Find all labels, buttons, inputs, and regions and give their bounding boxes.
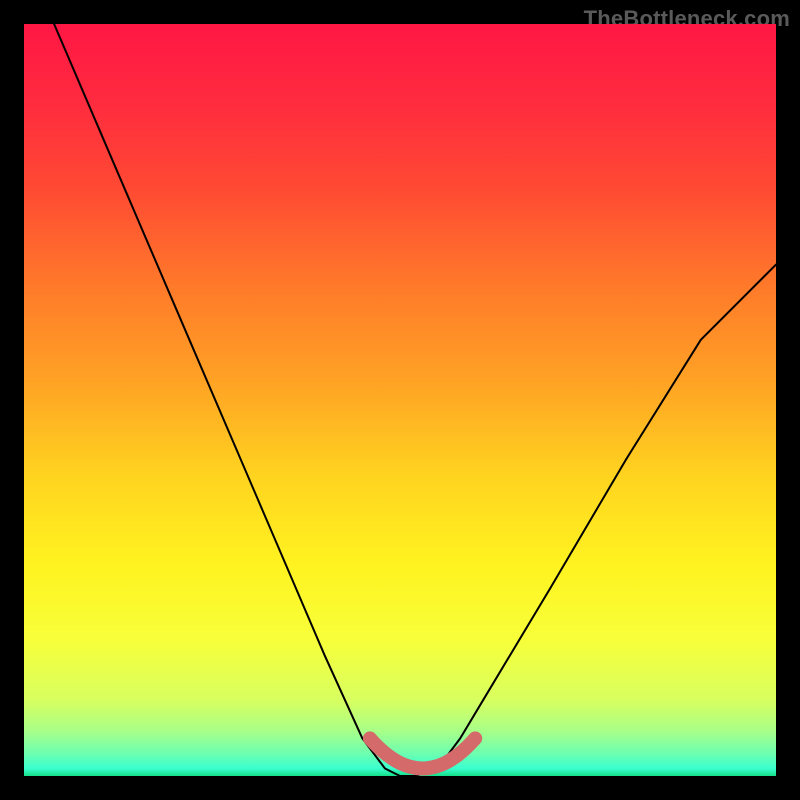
plot-area [24, 24, 776, 776]
plot-svg [24, 24, 776, 776]
chart-stage: TheBottleneck.com [0, 0, 800, 800]
